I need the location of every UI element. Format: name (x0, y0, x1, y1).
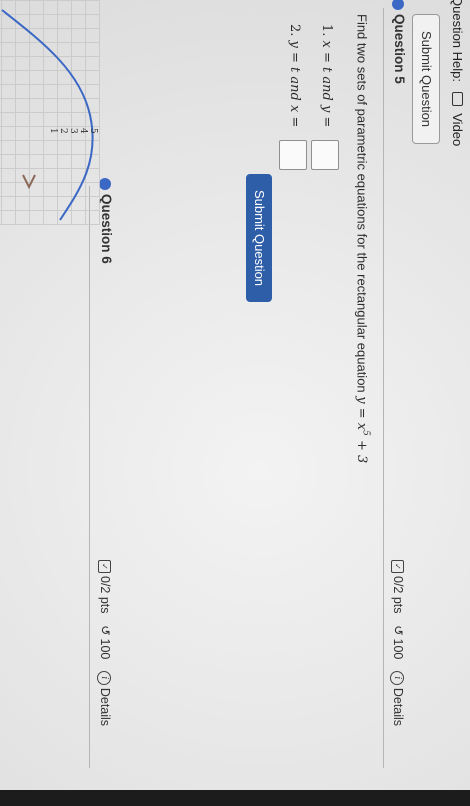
video-link[interactable]: Video (450, 113, 465, 146)
question-5-details[interactable]: Details (391, 688, 405, 726)
tick-label: 3 (68, 128, 78, 134)
video-icon[interactable] (452, 91, 463, 106)
question-5-points: 0/2 pts (391, 576, 405, 614)
equation-lhs: y = x (353, 396, 369, 431)
question-5-divider (383, 8, 384, 768)
tick-label: 5 (88, 128, 98, 134)
equation-rhs: + 3 (353, 435, 369, 464)
submit-question-button-top[interactable]: Submit Question (412, 14, 440, 144)
part-2-text: y = t and x = (287, 40, 302, 128)
photo-frame: Question Help: Video Submit Question Que… (0, 0, 470, 790)
question-6-details[interactable]: Details (98, 688, 112, 726)
question-6-points: 0/2 pts (98, 576, 112, 614)
prompt-text: Find two sets of parametric equations fo… (354, 14, 370, 393)
question-6-score: ✓ 0/2 pts ↺ 100 i Details (97, 560, 113, 726)
question-6-title: Question 6 (99, 194, 114, 264)
graph-tick-labels: 5 4 3 2 1 (48, 128, 98, 134)
question-5-title: Question 5 (392, 14, 407, 84)
question-help-label: Question Help: (450, 0, 465, 82)
retry-icon: ↺ (98, 625, 112, 636)
question-5-score: ✓ 0/2 pts ↺ 100 i Details (390, 560, 406, 726)
retry-icon: ↺ (391, 625, 405, 636)
question-6-indicator (99, 178, 111, 190)
part-1-number: 1. (319, 24, 334, 37)
tick-label: 4 (78, 128, 88, 134)
submit-question-button[interactable]: Submit Question (246, 174, 272, 302)
equation: y = x5 + 3 (353, 396, 370, 464)
part-2-answer-input[interactable] (279, 140, 307, 170)
checkbox-icon: ✓ (390, 560, 404, 573)
question-5-indicator (392, 0, 404, 10)
part-1-answer-input[interactable] (311, 140, 339, 170)
part-2-label: 2. y = t and x = (287, 24, 302, 127)
page-surface: Question Help: Video Submit Question Que… (0, 0, 470, 790)
tick-label: 1 (48, 128, 58, 134)
question-help: Question Help: Video (450, 0, 465, 146)
checkbox-icon: ✓ (97, 560, 111, 573)
question-5-prompt: Find two sets of parametric equations fo… (354, 14, 370, 463)
part-2-number: 2. (287, 24, 302, 37)
part-1-label: 1. x = t and y = (319, 24, 334, 127)
graph-curve (1, 9, 94, 221)
question-6-attempts: 100 (98, 638, 112, 660)
tick-label: 2 (58, 128, 68, 134)
part-1-text: x = t and y = (319, 40, 334, 128)
question-6-divider (89, 186, 90, 768)
info-icon[interactable]: i (97, 670, 112, 685)
question-5-attempts: 100 (391, 638, 405, 660)
info-icon[interactable]: i (390, 670, 405, 685)
